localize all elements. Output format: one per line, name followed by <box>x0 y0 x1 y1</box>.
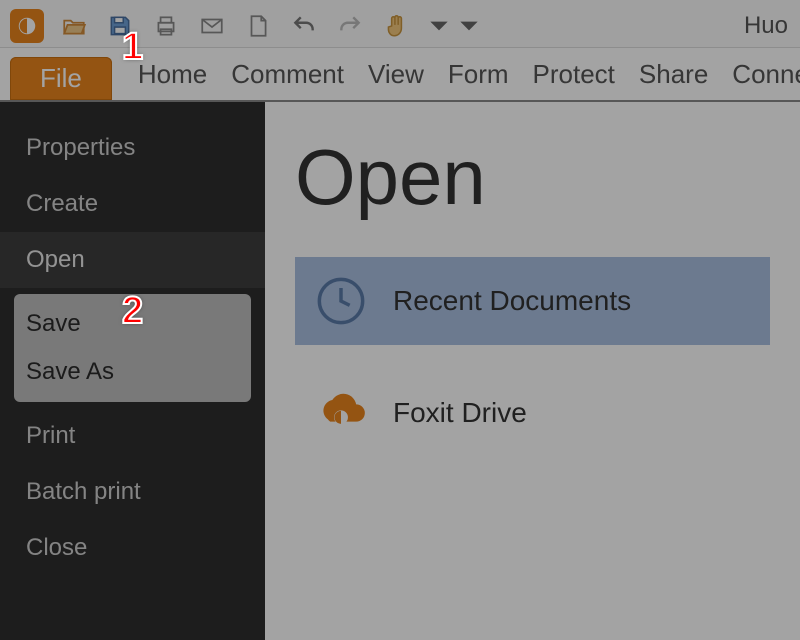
page-title: Open <box>295 132 770 223</box>
sidebar-item-save-as[interactable]: Save As <box>14 348 251 396</box>
sidebar-item-save[interactable]: Save <box>14 300 251 348</box>
tab-connect[interactable]: Connect <box>720 55 800 100</box>
location-foxit-drive[interactable]: Foxit Drive <box>295 369 770 457</box>
sidebar-item-print[interactable]: Print <box>0 408 265 464</box>
foxit-drive-icon <box>315 387 367 439</box>
redo-icon[interactable] <box>334 10 366 42</box>
file-sidebar: Properties Create Open Save Save As Prin… <box>0 102 265 640</box>
mail-icon[interactable] <box>196 10 228 42</box>
tab-file[interactable]: File <box>10 57 112 100</box>
dropdown-icon[interactable] <box>426 10 482 42</box>
print-icon[interactable] <box>150 10 182 42</box>
content-panel: Open Recent Documents Foxit Drive <box>265 102 800 640</box>
location-label: Foxit Drive <box>393 397 527 429</box>
sidebar-item-close[interactable]: Close <box>0 520 265 576</box>
ribbon-tabs: File Home Comment View Form Protect Shar… <box>0 48 800 102</box>
new-doc-icon[interactable] <box>242 10 274 42</box>
open-icon[interactable] <box>58 10 90 42</box>
user-name[interactable]: Huo <box>744 12 790 40</box>
app-logo-icon <box>10 9 44 43</box>
tab-protect[interactable]: Protect <box>521 55 627 100</box>
hand-tool-icon[interactable] <box>380 10 412 42</box>
sidebar-item-properties[interactable]: Properties <box>0 120 265 176</box>
save-icon[interactable] <box>104 10 136 42</box>
sidebar-item-open[interactable]: Open <box>0 232 265 288</box>
backstage-view: Properties Create Open Save Save As Prin… <box>0 102 800 640</box>
location-label: Recent Documents <box>393 285 631 317</box>
sidebar-item-create[interactable]: Create <box>0 176 265 232</box>
location-recent-documents[interactable]: Recent Documents <box>295 257 770 345</box>
tab-comment[interactable]: Comment <box>219 55 356 100</box>
sidebar-item-batch-print[interactable]: Batch print <box>0 464 265 520</box>
quick-access-toolbar: Huo <box>0 0 800 48</box>
tab-share[interactable]: Share <box>627 55 720 100</box>
tab-home[interactable]: Home <box>126 55 219 100</box>
sidebar-highlight-group: Save Save As <box>14 294 251 402</box>
app-window: Huo File Home Comment View Form Protect … <box>0 0 800 640</box>
clock-icon <box>315 275 367 327</box>
tab-view[interactable]: View <box>356 55 436 100</box>
undo-icon[interactable] <box>288 10 320 42</box>
tab-form[interactable]: Form <box>436 55 521 100</box>
